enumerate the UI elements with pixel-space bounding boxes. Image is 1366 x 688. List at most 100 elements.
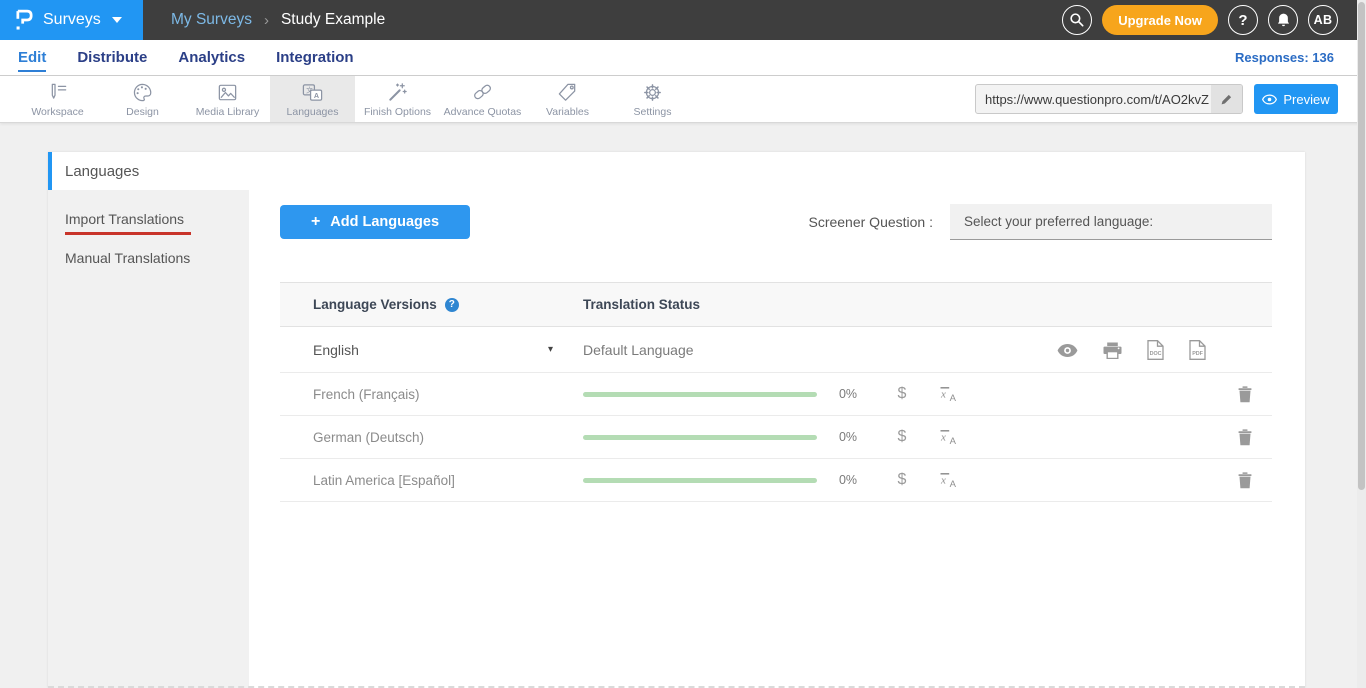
- page-background: Languages Import Translations Manual Tra…: [0, 123, 1366, 688]
- subnav-label: Import Translations: [65, 211, 184, 227]
- notifications-button[interactable]: [1268, 5, 1298, 35]
- survey-section-tabs: Edit Distribute Analytics Integration Re…: [0, 40, 1366, 76]
- language-name: Latin America [Español]: [280, 473, 583, 488]
- delete-language-button[interactable]: [1217, 386, 1272, 403]
- search-button[interactable]: [1062, 5, 1092, 35]
- default-language-actions: DOC PDF: [1057, 327, 1206, 373]
- sidebar-item-manual-translations[interactable]: Manual Translations: [48, 239, 249, 270]
- bell-icon: [1276, 12, 1291, 28]
- scrollbar-thumb[interactable]: [1358, 2, 1365, 490]
- breadcrumb-current: Study Example: [281, 11, 385, 29]
- translation-progress-bar: [583, 392, 817, 397]
- export-doc-button[interactable]: DOC: [1147, 340, 1164, 360]
- red-highlight-underline: [65, 232, 191, 235]
- toolbar-item-design[interactable]: Design: [100, 76, 185, 122]
- delete-language-button[interactable]: [1217, 429, 1272, 446]
- plus-icon: +: [311, 213, 320, 231]
- help-button[interactable]: ?: [1228, 5, 1258, 35]
- survey-url-input[interactable]: [976, 85, 1211, 113]
- scrollbar-track[interactable]: [1357, 0, 1366, 688]
- preview-label: Preview: [1283, 92, 1329, 107]
- translations-subnav: Import Translations Manual Translations: [48, 190, 249, 688]
- preview-eye-icon: [1262, 94, 1277, 105]
- languages-main-content: + Add Languages Screener Question : Sele…: [249, 190, 1305, 688]
- table-header-row: Language Versions ? Translation Status: [280, 282, 1272, 327]
- help-tooltip-icon[interactable]: ?: [445, 298, 459, 312]
- workspace-icon: [46, 81, 69, 104]
- print-survey-button[interactable]: [1103, 342, 1122, 359]
- chevron-down-icon: ▾: [548, 344, 553, 355]
- sidebar-item-languages-active[interactable]: Languages: [48, 152, 1305, 190]
- product-switcher[interactable]: Surveys: [0, 0, 143, 40]
- header-actions: Upgrade Now ? AB: [1062, 5, 1338, 35]
- screener-question-select[interactable]: Select your preferred language:: [950, 204, 1272, 240]
- paid-translation-button[interactable]: $: [879, 428, 925, 446]
- toolbar-item-workspace[interactable]: Workspace: [15, 76, 100, 122]
- view-survey-button[interactable]: [1057, 344, 1078, 357]
- add-languages-button[interactable]: + Add Languages: [280, 205, 470, 239]
- eye-icon: [1057, 344, 1078, 357]
- translation-percent: 0%: [817, 387, 879, 401]
- auto-translate-button[interactable]: x A: [925, 429, 971, 445]
- breadcrumb-my-surveys[interactable]: My Surveys: [171, 11, 252, 29]
- toolbar-item-variables[interactable]: Variables: [525, 76, 610, 122]
- active-accent-bar: [48, 152, 52, 190]
- pdf-file-icon: PDF: [1189, 340, 1206, 360]
- avatar[interactable]: AB: [1308, 5, 1338, 35]
- tab-distribute[interactable]: Distribute: [77, 43, 147, 72]
- tab-analytics[interactable]: Analytics: [178, 43, 245, 72]
- table-row-latin-america: Latin America [Español] 0% $ x A: [280, 459, 1272, 502]
- translation-percent: 0%: [817, 473, 879, 487]
- toolbar-item-label: Design: [126, 106, 159, 118]
- svg-text:x: x: [940, 475, 946, 487]
- export-pdf-button[interactable]: PDF: [1189, 340, 1206, 360]
- translate-icon: x A: [939, 429, 958, 445]
- toolbar-item-label: Variables: [546, 106, 589, 118]
- toolbar-right-group: Preview: [975, 76, 1338, 122]
- translation-progress-bar: [583, 435, 817, 440]
- subnav-label: Manual Translations: [65, 250, 190, 266]
- table-row-french: French (Français) 0% $ x A: [280, 373, 1272, 416]
- auto-translate-button[interactable]: x A: [925, 386, 971, 402]
- paid-translation-button[interactable]: $: [879, 471, 925, 489]
- delete-language-button[interactable]: [1217, 472, 1272, 489]
- sidebar-item-import-translations[interactable]: Import Translations: [48, 200, 249, 239]
- toolbar-item-label: Workspace: [31, 106, 83, 118]
- toolbar-item-languages[interactable]: 文 A Languages: [270, 76, 355, 122]
- trash-icon: [1238, 472, 1252, 489]
- auto-translate-button[interactable]: x A: [925, 472, 971, 488]
- tab-integration[interactable]: Integration: [276, 43, 354, 72]
- toolbar-item-settings[interactable]: Settings: [610, 76, 695, 122]
- responses-count[interactable]: Responses: 136: [1235, 50, 1334, 65]
- preview-button[interactable]: Preview: [1254, 84, 1338, 114]
- panel-title: Languages: [65, 163, 139, 180]
- trash-icon: [1238, 386, 1252, 403]
- upgrade-button[interactable]: Upgrade Now: [1102, 5, 1218, 35]
- toolbar-item-label: Languages: [287, 106, 339, 118]
- chevron-down-icon: [112, 17, 122, 23]
- default-language-dropdown[interactable]: English ▾: [280, 342, 583, 358]
- translate-icon: x A: [939, 472, 958, 488]
- toolbar-item-advance-quotas[interactable]: Advance Quotas: [440, 76, 525, 122]
- toolbar-item-label: Settings: [634, 106, 672, 118]
- toolbar-item-label: Media Library: [196, 106, 260, 118]
- finish-options-icon: [386, 81, 409, 104]
- edit-toolbar: Workspace Design Media Library 文 A Langu…: [0, 76, 1366, 123]
- svg-text:x: x: [940, 432, 946, 444]
- translate-icon: x A: [939, 386, 958, 402]
- advance-quotas-icon: [471, 81, 494, 104]
- top-header: Surveys My Surveys › Study Example Upgra…: [0, 0, 1366, 40]
- trash-icon: [1238, 429, 1252, 446]
- toolbar-item-finish-options[interactable]: Finish Options: [355, 76, 440, 122]
- pencil-icon: [1220, 93, 1233, 106]
- edit-url-button[interactable]: [1211, 85, 1242, 113]
- column-translation-status: Translation Status: [583, 297, 1272, 312]
- table-row-default-language: English ▾ Default Language: [280, 327, 1272, 373]
- svg-text:A: A: [949, 436, 956, 445]
- toolbar-item-media-library[interactable]: Media Library: [185, 76, 270, 122]
- tab-edit[interactable]: Edit: [18, 43, 46, 72]
- paid-translation-button[interactable]: $: [879, 385, 925, 403]
- doc-file-icon: DOC: [1147, 340, 1164, 360]
- add-languages-label: Add Languages: [330, 214, 439, 230]
- variables-icon: [556, 81, 579, 104]
